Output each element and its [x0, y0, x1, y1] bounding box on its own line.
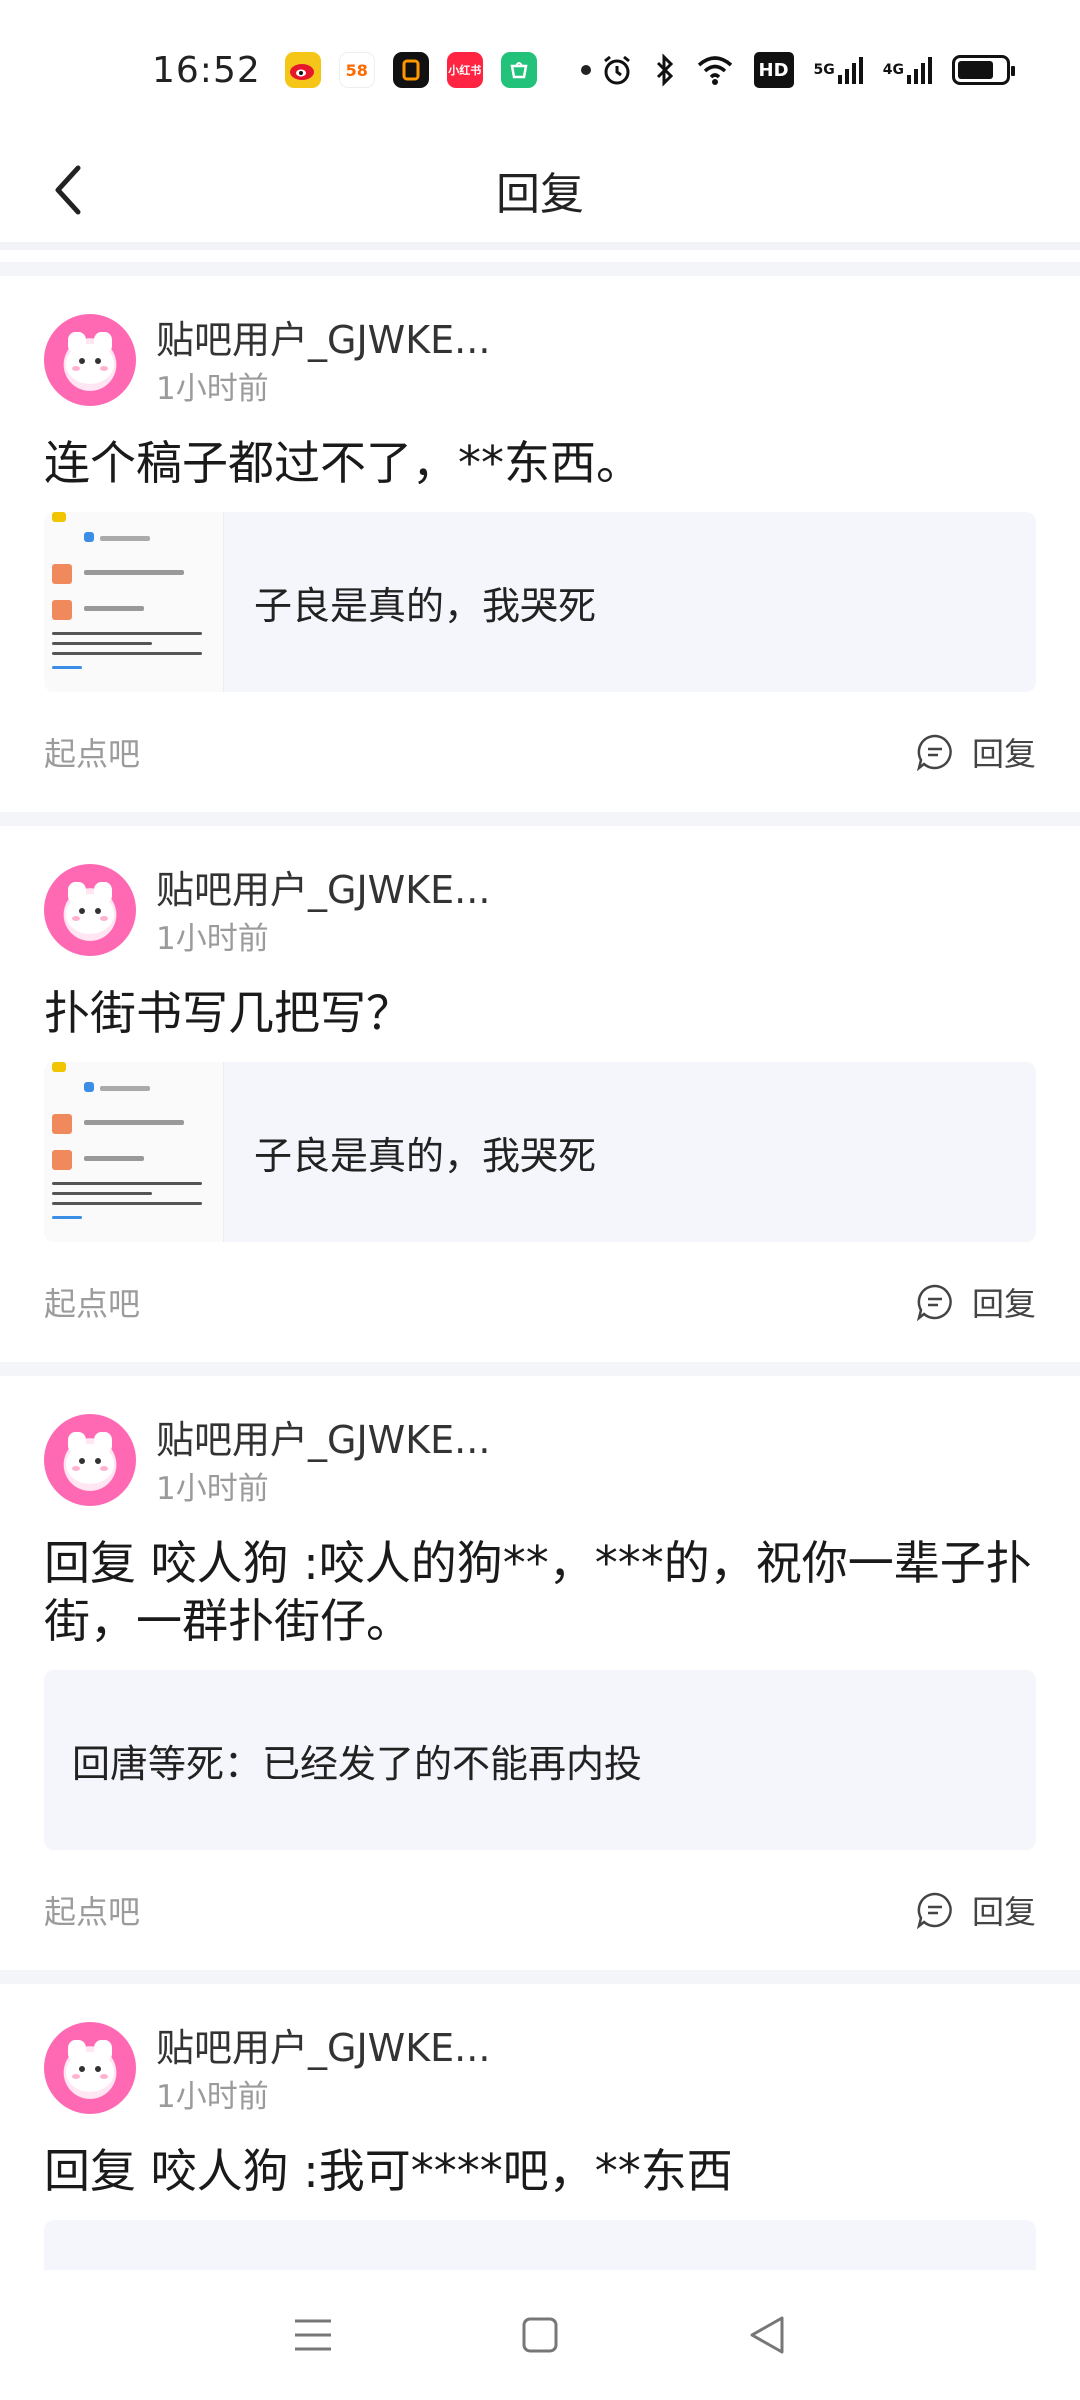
status-time: 16:52 [152, 49, 261, 91]
menu-icon[interactable] [283, 2305, 343, 2365]
post-header: 贴吧用户_GJWKE... 1小时前 [44, 1984, 1036, 2120]
comment-icon [916, 1892, 952, 1929]
alarm-icon [600, 52, 634, 88]
quoted-post-thumbnail [44, 512, 224, 692]
signal-4g-label: 4G [882, 62, 904, 78]
divider [0, 1970, 1080, 1984]
quoted-post[interactable]: 回唐等死：已经发了的不能再内投 [44, 1670, 1036, 1850]
username[interactable]: 贴吧用户_GJWKE... [156, 2022, 490, 2074]
signal-5g-icon: 5G [814, 52, 863, 88]
post-content: 扑街书写几把写？ [44, 986, 412, 1040]
quoted-post[interactable]: 子良是真的，我哭死 [44, 512, 1036, 692]
divider [0, 812, 1080, 826]
page-title: 回复 [496, 169, 584, 220]
post-header: 贴吧用户_GJWKE... 1小时前 [44, 276, 1036, 412]
system-nav-bar [0, 2270, 1080, 2400]
reply-label: 回复 [971, 1285, 1036, 1323]
status-app-icons: 58 小红书 [284, 52, 591, 88]
reply-card[interactable]: 贴吧用户_GJWKE... 1小时前 扑街书写几把写？ 子良是真的，我哭死 起点… [0, 826, 1080, 1362]
post-footer: 起点吧 回复 [44, 1850, 1036, 1970]
reply-card[interactable]: 贴吧用户_GJWKE... 1小时前 连个稿子都过不了，**东西。 子良是真的，… [0, 276, 1080, 812]
app-black-icon [392, 52, 429, 88]
comment-icon [916, 734, 952, 771]
spacer [0, 250, 1080, 262]
post-time: 1小时前 [156, 921, 269, 957]
post-time: 1小时前 [156, 371, 269, 407]
bluetooth-icon [654, 52, 676, 88]
hd-badge: HD [753, 52, 794, 88]
back-triangle-icon[interactable] [737, 2305, 797, 2365]
back-arrow-icon[interactable] [50, 160, 90, 220]
reply-card[interactable]: 贴吧用户_GJWKE... 1小时前 回复 咬人狗 :咬人的狗**，***的，祝… [0, 1376, 1080, 1970]
reply-label: 回复 [971, 1893, 1036, 1931]
reply-button[interactable]: 回复 [916, 729, 1036, 775]
58-app-label: 58 [345, 60, 368, 80]
reply-card[interactable]: 贴吧用户_GJWKE... 1小时前 回复 咬人狗 :我可****吧，**东西 [0, 1984, 1080, 2280]
signal-4g-icon: 4G [883, 52, 932, 88]
green-app-icon [500, 52, 537, 88]
username[interactable]: 贴吧用户_GJWKE... [156, 864, 490, 916]
reply-label: 回复 [971, 735, 1036, 773]
post-time: 1小时前 [156, 1471, 269, 1507]
quoted-post[interactable]: 子良是真的，我哭死 [44, 1062, 1036, 1242]
avatar[interactable] [44, 314, 136, 406]
home-square-icon[interactable] [510, 2305, 570, 2365]
post-footer: 起点吧 回复 [44, 692, 1036, 812]
post-header: 贴吧用户_GJWKE... 1小时前 [44, 826, 1036, 962]
forum-source[interactable]: 起点吧 [44, 1887, 140, 1933]
quoted-text: 子良是真的，我哭死 [254, 1133, 597, 1178]
status-bar: 16:52 58 小红书 HD 5G 4G [0, 0, 1080, 140]
xiaohongshu-app-label: 小红书 [448, 64, 482, 77]
notification-dot-icon [580, 65, 591, 75]
avatar[interactable] [44, 2022, 136, 2114]
post-header: 贴吧用户_GJWKE... 1小时前 [44, 1376, 1036, 1512]
post-content: 回复 咬人狗 :我可****吧，**东西 [44, 2144, 733, 2198]
post-time: 1小时前 [156, 2079, 269, 2115]
weibo-app-icon [284, 52, 321, 88]
post-content: 连个稿子都过不了，**东西。 [44, 436, 642, 490]
quoted-post-thumbnail [44, 1062, 224, 1242]
quoted-text: 回唐等死：已经发了的不能再内投 [72, 1741, 643, 1786]
comment-icon [916, 1284, 952, 1321]
divider [0, 1362, 1080, 1376]
signal-5g-label: 5G [813, 62, 835, 78]
reply-feed[interactable]: 贴吧用户_GJWKE... 1小时前 连个稿子都过不了，**东西。 子良是真的，… [0, 242, 1080, 2280]
forum-source[interactable]: 起点吧 [44, 1279, 140, 1325]
avatar[interactable] [44, 1414, 136, 1506]
battery-icon [952, 55, 1015, 85]
post-content: 回复 咬人狗 :咬人的狗**，***的，祝你一辈子扑街，一群扑街仔。 [44, 1536, 1032, 1648]
divider [0, 242, 1080, 250]
reply-button[interactable]: 回复 [916, 1279, 1036, 1325]
wifi-icon [696, 52, 734, 88]
username[interactable]: 贴吧用户_GJWKE... [156, 1414, 490, 1466]
avatar[interactable] [44, 864, 136, 956]
username[interactable]: 贴吧用户_GJWKE... [156, 314, 490, 366]
divider [0, 262, 1080, 276]
post-footer: 起点吧 回复 [44, 1242, 1036, 1362]
reply-button[interactable]: 回复 [916, 1887, 1036, 1933]
status-indicators: HD 5G 4G [600, 52, 1015, 88]
forum-source[interactable]: 起点吧 [44, 729, 140, 775]
xiaohongshu-app-icon: 小红书 [446, 52, 483, 88]
58-app-icon: 58 [338, 52, 375, 88]
quoted-text: 子良是真的，我哭死 [254, 583, 597, 628]
header-bar: 回复 [0, 140, 1080, 240]
